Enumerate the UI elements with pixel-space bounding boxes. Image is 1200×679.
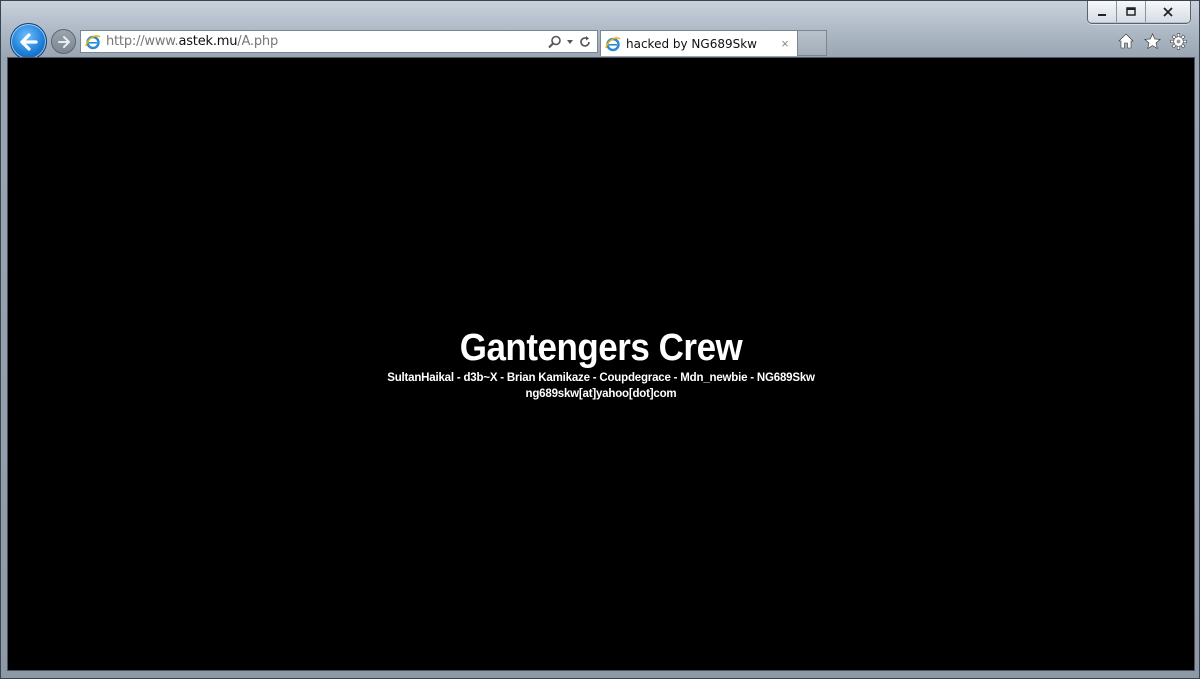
forward-arrow-icon: [57, 35, 70, 48]
forward-button[interactable]: [51, 29, 76, 54]
new-tab-button[interactable]: [798, 30, 827, 56]
maximize-button[interactable]: [1117, 1, 1146, 22]
ie-tab-icon: [605, 36, 621, 52]
back-button[interactable]: [10, 23, 47, 60]
favorites-star-icon[interactable]: [1143, 32, 1161, 50]
address-bar[interactable]: http://www.astek.mu/A.php: [80, 30, 598, 53]
url-path: /A.php: [237, 34, 279, 49]
command-icons: [1117, 32, 1187, 50]
back-arrow-icon: [19, 32, 38, 51]
page-headline: Gantengers Crew: [459, 327, 743, 369]
url-prefix: http://www.: [106, 34, 179, 49]
browser-window: http://www.astek.mu/A.php hacked by NG68…: [0, 0, 1200, 679]
contact-email: ng689skw[at]yahoo[dot]com: [525, 388, 677, 400]
tab-title: hacked by NG689Skw: [626, 36, 757, 51]
page-content: Gantengers Crew SultanHaikal - d3b~X - B…: [8, 326, 1194, 402]
page-viewport: Gantengers Crew SultanHaikal - d3b~X - B…: [7, 57, 1195, 671]
home-icon[interactable]: [1117, 32, 1135, 50]
tab-active[interactable]: hacked by NG689Skw ×: [600, 30, 798, 56]
close-window-button[interactable]: [1146, 1, 1190, 22]
url-text[interactable]: http://www.astek.mu/A.php: [106, 34, 548, 49]
tab-close-icon[interactable]: ×: [777, 36, 793, 51]
members-line: SultanHaikal - d3b~X - Brian Kamikaze - …: [387, 372, 815, 384]
search-icon[interactable]: [548, 35, 562, 49]
address-tools: [548, 35, 592, 49]
minimize-icon: [1098, 13, 1106, 16]
close-icon: [1163, 6, 1173, 17]
window-controls: [1087, 1, 1191, 24]
dropdown-arrow-icon[interactable]: [566, 38, 574, 46]
ie-page-icon: [85, 34, 101, 50]
refresh-icon[interactable]: [578, 35, 592, 49]
minimize-button[interactable]: [1088, 1, 1117, 22]
url-domain: astek.mu: [178, 34, 238, 49]
tools-gear-icon[interactable]: [1169, 32, 1187, 50]
maximize-icon: [1126, 6, 1136, 16]
